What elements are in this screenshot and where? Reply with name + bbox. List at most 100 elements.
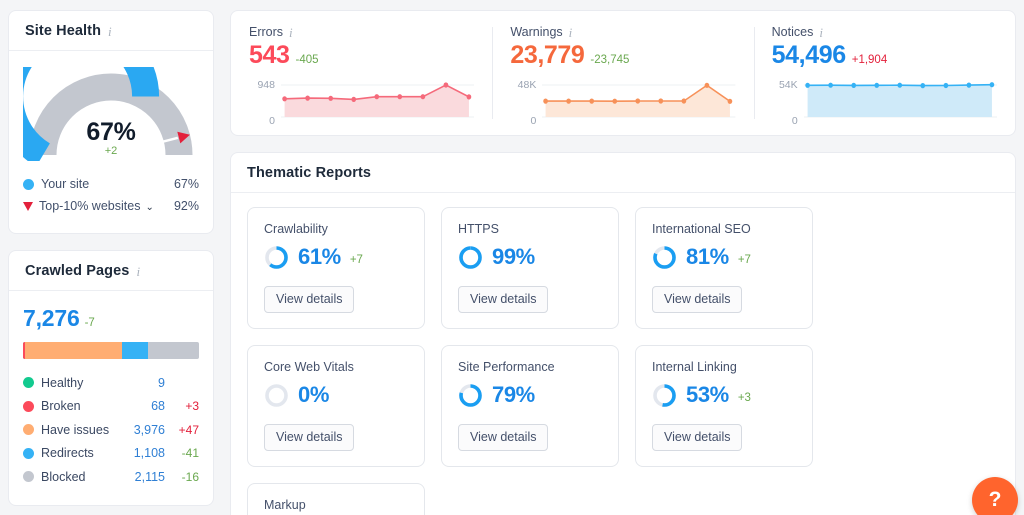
stat-delta: -23,745 [590,54,630,66]
stat-sparkline: 48K 0 [510,79,736,127]
sparkline-svg [542,82,736,118]
site-health-gauge-wrap: 67% +2 [9,51,213,161]
thematic-tile-percent: 61% [298,244,341,269]
crawl-value: 3,976 [133,422,165,437]
legend-label: Top-10% websites ⌄ [39,199,154,213]
stat-delta: +1,904 [851,54,888,66]
crawled-pages-row[interactable]: Healthy 9 [23,371,199,395]
progress-ring-icon [653,383,676,407]
info-icon[interactable]: i [108,25,112,38]
site-health-gauge: 67% +2 [23,67,199,161]
info-icon[interactable]: i [136,265,140,278]
sparkline-svg [281,82,475,118]
stat-label: Notices [771,25,814,39]
thematic-tile-delta: +7 [737,254,751,266]
left-column: Site Health i 67% +2 Your site 67% Top-10% [8,6,214,515]
sparkline-plot [542,79,736,127]
thematic-reports-title: Thematic Reports [247,165,372,181]
axis-tick-bottom: 0 [269,115,275,127]
legend-value: 67% [173,177,199,191]
legend-value: 92% [173,199,199,213]
crawl-label: Broken [41,399,81,414]
gauge-center-label: 67% +2 [23,118,199,157]
site-health-delta: +2 [104,145,118,157]
thematic-tile-score: 79% [458,382,602,408]
stat-number: 23,779 [510,41,585,69]
stat-header: Errors i [249,25,474,39]
stat-header: Warnings i [510,25,735,39]
stat-value-row[interactable]: 54,496 +1,904 [772,41,997,70]
crawl-label: Redirects [41,446,94,461]
thematic-tile-percent: 53% [686,382,729,407]
crawled-pages-row[interactable]: Have issues 3,976 +47 [23,418,199,442]
stat-sparkline: 54K 0 [772,79,997,127]
view-details-button[interactable]: View details [458,424,549,451]
progress-ring-icon [265,245,288,269]
crawled-pages-body: 7,276 -7 Healthy 9 Broken 68 +3 Have issues 3,… [9,291,213,505]
info-icon[interactable]: i [569,26,573,39]
crawl-change: +47 [178,422,199,437]
crawl-label: Blocked [41,469,86,484]
thematic-reports-card: Thematic Reports Crawlability 61% +7 Vie… [230,152,1016,515]
legend-dot-icon [23,424,34,436]
axis-tick-bottom: 0 [530,115,537,127]
view-details-button[interactable]: View details [652,286,743,313]
thematic-tile: International SEO 81% +7 View details [635,207,813,329]
thematic-tile-name: Crawlability [264,222,328,236]
sparkline-plot [281,79,475,127]
stacked-bar-segment [148,342,199,359]
legend-row[interactable]: Top-10% websites ⌄ 92% [23,195,199,217]
thematic-tile: HTTPS 99% View details [441,207,619,329]
issues-summary-card: Errors i 543 -405 948 0 Warnings i 23,77… [230,10,1016,136]
progress-ring-icon [459,383,482,407]
help-button[interactable]: ? [972,477,1018,515]
crawl-label: Healthy [41,375,84,390]
legend-row: Your site 67% [23,173,199,195]
chevron-down-icon[interactable]: ⌄ [145,202,153,213]
info-icon[interactable]: i [819,26,823,39]
thematic-tile: Site Performance 79% View details [441,345,619,467]
thematic-tile-name: International SEO [652,222,751,236]
stat-value-row[interactable]: 23,779 -23,745 [510,41,735,70]
thematic-tile-name: HTTPS [458,222,499,236]
view-details-button[interactable]: View details [652,424,743,451]
view-details-button[interactable]: View details [264,424,355,451]
sparkline-svg [803,82,997,118]
crawl-value: 2,115 [134,469,165,484]
thematic-tile-name: Core Web Vitals [264,360,354,374]
crawl-change: -41 [181,446,199,461]
info-icon[interactable]: i [289,26,293,39]
stat-notices: Notices i 54,496 +1,904 54K 0 [753,25,1015,127]
thematic-tile: Crawlability 61% +7 View details [247,207,425,329]
view-details-button[interactable]: View details [264,286,355,313]
crawl-value: 68 [151,399,165,414]
sparkline-plot [803,79,997,127]
thematic-tile-name: Markup [264,498,306,512]
stat-number: 543 [249,41,290,69]
thematic-tile-delta: +7 [349,254,363,266]
progress-ring-icon [459,245,482,269]
crawled-pages-delta: -7 [84,317,95,329]
legend-dot-icon [23,400,34,412]
legend-dot-icon [23,471,34,483]
axis-tick-top: 54K [778,79,798,91]
thematic-tile-percent: 79% [492,382,535,407]
stat-value-row[interactable]: 543 -405 [249,41,474,70]
progress-ring-icon [653,245,676,269]
view-details-button[interactable]: View details [458,286,549,313]
thematic-tile-percent: 99% [492,244,535,269]
crawled-pages-header: Crawled Pages i [9,251,213,291]
legend-dot-icon [23,447,34,459]
stat-header: Notices i [772,25,997,39]
crawled-pages-stacked-bar [23,342,199,359]
site-health-header: Site Health i [9,11,213,51]
thematic-tile: Markup 100% View details [247,483,425,515]
crawl-value: 9 [158,375,165,390]
crawled-pages-row[interactable]: Blocked 2,115 -16 [23,465,199,489]
crawled-pages-row[interactable]: Redirects 1,108 -41 [23,442,199,466]
site-health-score: 67% [86,118,136,146]
right-column: Errors i 543 -405 948 0 Warnings i 23,77… [230,6,1016,515]
crawled-pages-row[interactable]: Broken 68 +3 [23,395,199,419]
axis-tick-top: 48K [517,79,537,91]
crawled-pages-total: 7,276 -7 [23,305,199,332]
